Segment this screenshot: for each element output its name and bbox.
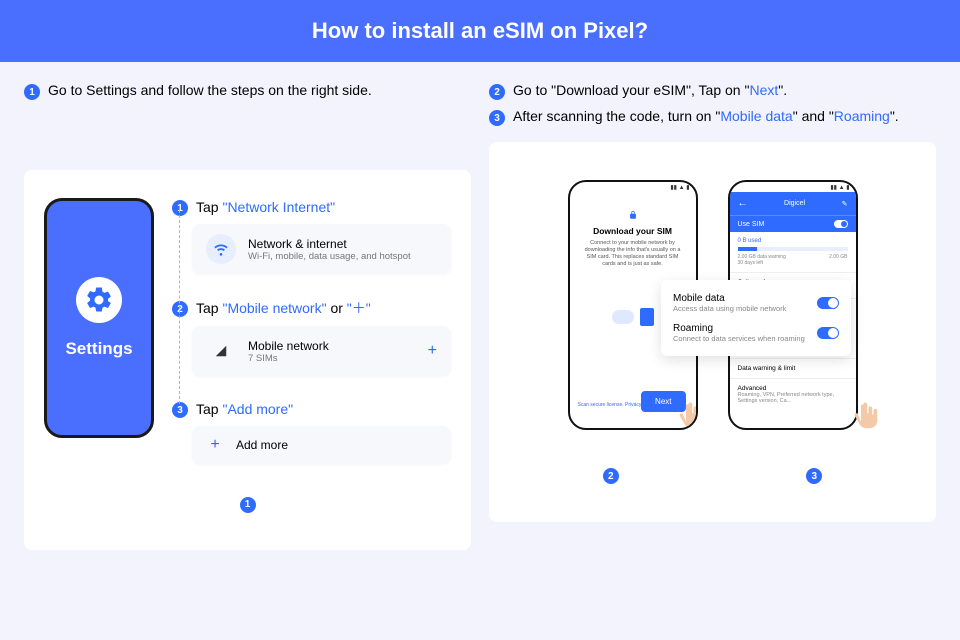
add-plus-icon: + [206,436,224,454]
step-2-text: Tap "Mobile network" or "＋" [196,298,371,318]
card1-sub: Wi-Fi, mobile, data usage, and hotspot [248,251,411,262]
card1-title: Network & internet [248,237,411,251]
cloud-icon [612,310,634,324]
badge-2: 2 [489,84,505,100]
mobile-data-toggle[interactable] [817,297,839,309]
right-panel: ▮▮ ▲ ▮ Download your SIM Connect to your… [489,142,936,522]
data-used-label: 0 B used [738,238,848,244]
card2-title: Mobile network [248,339,329,353]
left-column: 1 Go to Settings and follow the steps on… [24,82,471,550]
step-badge-3: 3 [172,402,188,418]
intro-step-3: 3 After scanning the code, turn on "Mobi… [489,108,936,126]
plus-icon[interactable]: + [428,342,437,360]
status-bar: ▮▮ ▲ ▮ [570,182,696,192]
network-internet-card[interactable]: Network & internet Wi-Fi, mobile, data u… [192,224,451,274]
sim-icon [640,308,654,326]
advanced-row[interactable]: AdvancedRoaming, VPN, Preferred network … [730,378,856,410]
data-usage-bar [738,247,848,251]
mobile-data-title: Mobile data [673,293,786,304]
hand-pointer-icon-2 [851,400,881,434]
status-bar-3: ▮▮ ▲ ▮ [730,182,856,192]
mobile-network-card[interactable]: Mobile network 7 SIMs + [192,326,451,376]
badge-3: 3 [489,110,505,126]
hand-pointer-icon [676,400,698,430]
download-sim-title: Download your SIM [580,226,686,236]
step-3: 3 Tap "Add more" + Add more [172,400,451,464]
use-sim-toggle[interactable] [834,220,848,228]
right-column: 2 Go to "Download your eSIM", Tap on "Ne… [489,82,936,550]
card3-title: Add more [236,438,288,452]
step-2: 2 Tap "Mobile network" or "＋" Mobile net… [172,298,451,376]
page-title: How to install an eSIM on Pixel? [0,0,960,62]
signal-icon [206,336,236,366]
intro-step-2: 2 Go to "Download your eSIM", Tap on "Ne… [489,82,936,100]
settings-label: Settings [65,339,132,359]
back-icon[interactable]: ← [738,198,748,209]
left-panel: Settings 1 Tap "Network Internet" Networ… [24,170,471,550]
card2-sub: 7 SIMs [248,353,329,364]
add-more-card[interactable]: + Add more [192,426,451,464]
lock-icon [628,210,638,220]
step-badge-1: 1 [172,200,188,216]
roaming-sub: Connect to data services when roaming [673,334,805,343]
step-badge-2: 2 [172,301,188,317]
mobile-data-roaming-card: Mobile dataAccess data using mobile netw… [661,280,851,356]
data-usage-section: 0 B used 2.00 GB data warning2.00 GB 30 … [730,232,856,272]
download-sim-desc: Connect to your mobile network by downlo… [580,240,686,269]
badge-1: 1 [24,84,40,100]
step-3-text: Tap "Add more" [196,401,293,417]
cloud-sim-illustration [603,299,663,335]
edit-icon[interactable]: ✎ [842,200,848,208]
settings-phone-mock: Settings [44,198,154,438]
carrier-name: Digicel [784,200,805,207]
gear-icon [76,277,122,323]
content: 1 Go to Settings and follow the steps on… [0,62,960,550]
mobile-data-row[interactable]: Mobile dataAccess data using mobile netw… [673,288,839,318]
data-warning-row[interactable]: Data warning & limit [730,358,856,378]
roaming-toggle[interactable] [817,327,839,339]
panel-foot-1: 1 [240,497,256,513]
intro-step-1: 1 Go to Settings and follow the steps on… [24,82,471,142]
panel-foot-3: 3 [806,468,822,484]
mobile-data-sub: Access data using mobile network [673,304,786,313]
roaming-row[interactable]: RoamingConnect to data services when roa… [673,318,839,348]
roaming-title: Roaming [673,323,805,334]
use-sim-row[interactable]: Use SIM [730,215,856,232]
step-1-text: Tap "Network Internet" [196,199,335,215]
wifi-icon [206,234,236,264]
step-1: 1 Tap "Network Internet" Network & inter… [172,198,451,274]
intro-text-2: Go to "Download your eSIM", Tap on "Next… [513,82,787,98]
panel-foot-2: 2 [603,468,619,484]
intro-text-3: After scanning the code, turn on "Mobile… [513,108,899,124]
carrier-header: ← Digicel ✎ [730,192,856,215]
steps-list: 1 Tap "Network Internet" Network & inter… [172,198,451,464]
intro-text-1: Go to Settings and follow the steps on t… [48,82,372,98]
